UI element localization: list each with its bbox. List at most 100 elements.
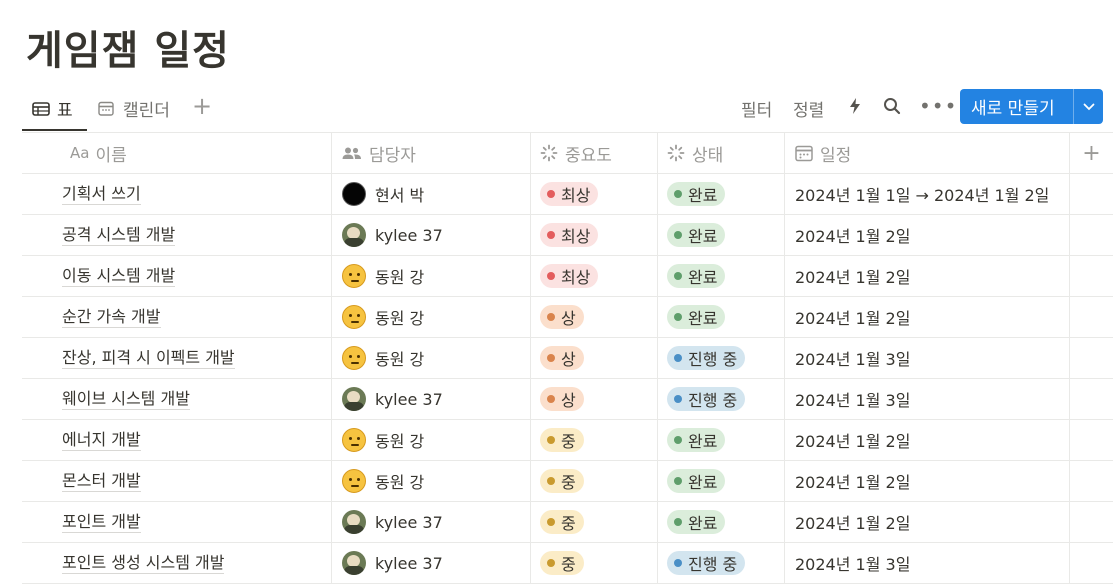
status-cell[interactable]: 완료 bbox=[658, 297, 785, 337]
owner-cell[interactable]: 동원 강 bbox=[332, 338, 531, 378]
task-name[interactable]: 포인트 개발 bbox=[62, 512, 141, 533]
table-row[interactable]: 웨이브 시스템 개발 kylee 37 상 진행 중 2024년 1월 3일 bbox=[22, 379, 1113, 420]
importance-tag[interactable]: 상 bbox=[540, 346, 584, 370]
column-header-status[interactable]: 상태 bbox=[658, 133, 785, 173]
name-cell[interactable]: 포인트 개발 bbox=[22, 502, 332, 542]
importance-cell[interactable]: 상 bbox=[531, 338, 658, 378]
importance-tag[interactable]: 중 bbox=[540, 428, 584, 452]
importance-tag[interactable]: 중 bbox=[540, 469, 584, 493]
date-cell[interactable]: 2024년 1월 2일 bbox=[785, 256, 1070, 296]
date-cell[interactable]: 2024년 1월 2일 bbox=[785, 215, 1070, 255]
name-cell[interactable]: 공격 시스템 개발 bbox=[22, 215, 332, 255]
table-row[interactable]: 순간 가속 개발 동원 강 상 완료 2024년 1월 2일 bbox=[22, 297, 1113, 338]
status-tag[interactable]: 완료 bbox=[667, 510, 726, 534]
column-header-name[interactable]: Aa 이름 bbox=[22, 133, 332, 173]
sort-button[interactable]: 정렬 bbox=[793, 96, 824, 121]
task-name[interactable]: 웨이브 시스템 개발 bbox=[62, 389, 190, 410]
name-cell[interactable]: 기획서 쓰기 bbox=[22, 174, 332, 214]
table-row[interactable]: 포인트 생성 시스템 개발 kylee 37 중 진행 중 2024년 1월 3… bbox=[22, 543, 1113, 584]
task-name[interactable]: 공격 시스템 개발 bbox=[62, 225, 176, 246]
status-cell[interactable]: 완료 bbox=[658, 461, 785, 501]
task-name[interactable]: 에너지 개발 bbox=[62, 430, 141, 451]
owner-cell[interactable]: kylee 37 bbox=[332, 215, 531, 255]
date-cell[interactable]: 2024년 1월 3일 bbox=[785, 543, 1070, 583]
table-row[interactable]: 기획서 쓰기 현서 박 최상 완료 2024년 1월 1일 → 2024년 1월… bbox=[22, 174, 1113, 215]
table-row[interactable]: 이동 시스템 개발 동원 강 최상 완료 2024년 1월 2일 bbox=[22, 256, 1113, 297]
table-row[interactable]: 포인트 개발 kylee 37 중 완료 2024년 1월 2일 bbox=[22, 502, 1113, 543]
name-cell[interactable]: 이동 시스템 개발 bbox=[22, 256, 332, 296]
date-cell[interactable]: 2024년 1월 3일 bbox=[785, 338, 1070, 378]
status-cell[interactable]: 완료 bbox=[658, 174, 785, 214]
task-name[interactable]: 순간 가속 개발 bbox=[62, 307, 161, 328]
status-cell[interactable]: 완료 bbox=[658, 215, 785, 255]
date-cell[interactable]: 2024년 1월 3일 bbox=[785, 379, 1070, 419]
task-name[interactable]: 기획서 쓰기 bbox=[62, 184, 141, 205]
importance-cell[interactable]: 중 bbox=[531, 543, 658, 583]
status-cell[interactable]: 완료 bbox=[658, 420, 785, 460]
importance-tag[interactable]: 상 bbox=[540, 387, 584, 411]
importance-tag[interactable]: 최상 bbox=[540, 264, 599, 288]
status-tag[interactable]: 완료 bbox=[667, 223, 726, 247]
status-tag[interactable]: 완료 bbox=[667, 305, 726, 329]
owner-cell[interactable]: 동원 강 bbox=[332, 256, 531, 296]
owner-cell[interactable]: kylee 37 bbox=[332, 543, 531, 583]
add-column-button[interactable]: + bbox=[1070, 133, 1113, 173]
new-button[interactable]: 새로 만들기 bbox=[960, 89, 1103, 124]
column-header-owner[interactable]: 담당자 bbox=[332, 133, 531, 173]
importance-cell[interactable]: 중 bbox=[531, 420, 658, 460]
bolt-icon[interactable] bbox=[848, 97, 862, 120]
importance-cell[interactable]: 상 bbox=[531, 379, 658, 419]
status-cell[interactable]: 완료 bbox=[658, 256, 785, 296]
date-cell[interactable]: 2024년 1월 2일 bbox=[785, 461, 1070, 501]
owner-cell[interactable]: 현서 박 bbox=[332, 174, 531, 214]
importance-tag[interactable]: 최상 bbox=[540, 182, 599, 206]
status-tag[interactable]: 진행 중 bbox=[667, 387, 746, 411]
status-tag[interactable]: 진행 중 bbox=[667, 346, 746, 370]
date-cell[interactable]: 2024년 1월 1일 → 2024년 1월 2일 bbox=[785, 174, 1070, 214]
importance-cell[interactable]: 중 bbox=[531, 461, 658, 501]
table-row[interactable]: 몬스터 개발 동원 강 중 완료 2024년 1월 2일 bbox=[22, 461, 1113, 502]
owner-cell[interactable]: kylee 37 bbox=[332, 379, 531, 419]
date-cell[interactable]: 2024년 1월 2일 bbox=[785, 420, 1070, 460]
column-header-importance[interactable]: 중요도 bbox=[531, 133, 658, 173]
task-name[interactable]: 몬스터 개발 bbox=[62, 471, 141, 492]
status-cell[interactable]: 진행 중 bbox=[658, 543, 785, 583]
status-tag[interactable]: 완료 bbox=[667, 182, 726, 206]
name-cell[interactable]: 몬스터 개발 bbox=[22, 461, 332, 501]
status-tag[interactable]: 진행 중 bbox=[667, 551, 746, 575]
owner-cell[interactable]: 동원 강 bbox=[332, 420, 531, 460]
task-name[interactable]: 포인트 생성 시스템 개발 bbox=[62, 553, 225, 574]
chevron-down-icon[interactable] bbox=[1074, 103, 1103, 111]
tab-calendar[interactable]: 캘린더 bbox=[98, 92, 170, 124]
status-cell[interactable]: 진행 중 bbox=[658, 379, 785, 419]
importance-tag[interactable]: 최상 bbox=[540, 223, 599, 247]
date-cell[interactable]: 2024년 1월 2일 bbox=[785, 297, 1070, 337]
table-row[interactable]: 잔상, 피격 시 이펙트 개발 동원 강 상 진행 중 2024년 1월 3일 bbox=[22, 338, 1113, 379]
importance-tag[interactable]: 중 bbox=[540, 551, 584, 575]
date-cell[interactable]: 2024년 1월 2일 bbox=[785, 502, 1070, 542]
owner-cell[interactable]: 동원 강 bbox=[332, 461, 531, 501]
more-icon[interactable]: ••• bbox=[919, 94, 957, 118]
task-name[interactable]: 잔상, 피격 시 이펙트 개발 bbox=[62, 348, 235, 369]
owner-cell[interactable]: 동원 강 bbox=[332, 297, 531, 337]
filter-button[interactable]: 필터 bbox=[741, 96, 772, 121]
importance-cell[interactable]: 최상 bbox=[531, 215, 658, 255]
task-name[interactable]: 이동 시스템 개발 bbox=[62, 266, 176, 287]
importance-tag[interactable]: 상 bbox=[540, 305, 584, 329]
tab-table[interactable]: 표 bbox=[32, 92, 73, 124]
owner-cell[interactable]: kylee 37 bbox=[332, 502, 531, 542]
status-cell[interactable]: 진행 중 bbox=[658, 338, 785, 378]
importance-cell[interactable]: 최상 bbox=[531, 256, 658, 296]
search-icon[interactable] bbox=[883, 97, 901, 120]
name-cell[interactable]: 순간 가속 개발 bbox=[22, 297, 332, 337]
name-cell[interactable]: 포인트 생성 시스템 개발 bbox=[22, 543, 332, 583]
column-header-date[interactable]: 일정 bbox=[785, 133, 1070, 173]
status-tag[interactable]: 완료 bbox=[667, 469, 726, 493]
table-row[interactable]: 에너지 개발 동원 강 중 완료 2024년 1월 2일 bbox=[22, 420, 1113, 461]
importance-tag[interactable]: 중 bbox=[540, 510, 584, 534]
importance-cell[interactable]: 중 bbox=[531, 502, 658, 542]
importance-cell[interactable]: 최상 bbox=[531, 174, 658, 214]
new-button-label[interactable]: 새로 만들기 bbox=[960, 94, 1073, 119]
importance-cell[interactable]: 상 bbox=[531, 297, 658, 337]
status-cell[interactable]: 완료 bbox=[658, 502, 785, 542]
